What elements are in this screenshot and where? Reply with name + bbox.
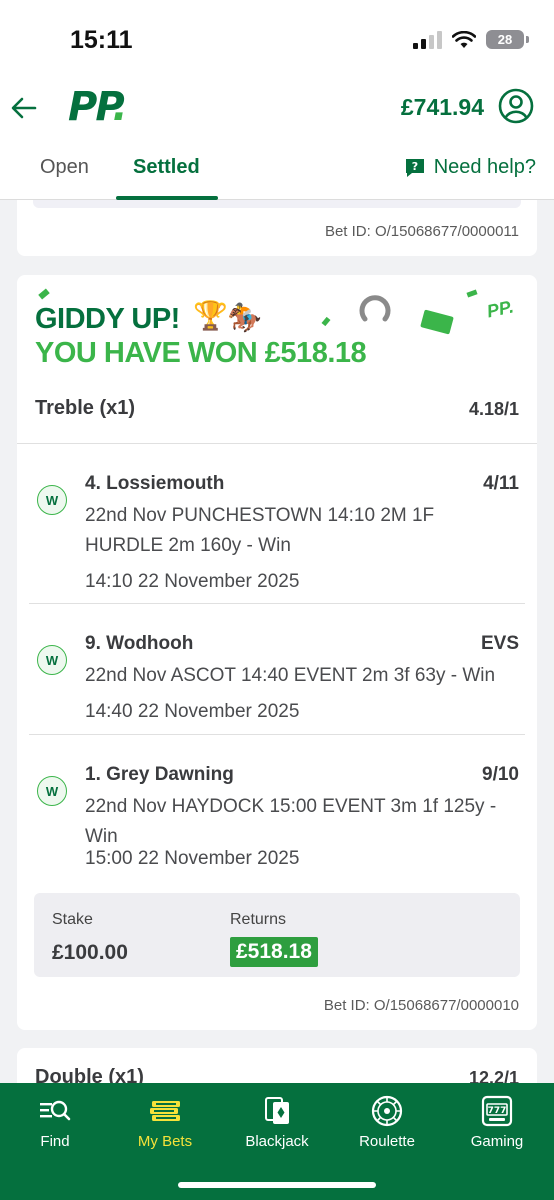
nav-find[interactable]: Find (0, 1095, 110, 1150)
selection-name: 9. Wodhooh (85, 633, 194, 654)
paddy-power-logo[interactable]: PP. (68, 84, 128, 130)
selection-time: 14:40 22 November 2025 (85, 701, 300, 722)
svg-text:?: ? (411, 160, 417, 173)
roulette-icon (371, 1095, 403, 1127)
nav-roulette[interactable]: Roulette (332, 1095, 442, 1150)
status-bar: 15:11 28 (0, 0, 554, 72)
nav-find-label: Find (40, 1133, 70, 1150)
nav-blackjack-label: Blackjack (245, 1133, 309, 1150)
nav-my-bets[interactable]: My Bets (110, 1095, 220, 1150)
nav-my-bets-label: My Bets (137, 1133, 193, 1150)
divider (17, 443, 537, 444)
selection-event: 22nd Nov ASCOT 14:40 EVENT 2m 3f 63y - W… (85, 665, 496, 686)
selection-row: W 9. Wodhooh EVS 22nd Nov ASCOT 14:40 EV… (17, 621, 537, 731)
home-indicator[interactable] (178, 1182, 376, 1188)
cards-icon (265, 1097, 289, 1124)
wifi-icon (452, 30, 476, 48)
cellular-signal-icon (413, 30, 442, 49)
battery-icon: 28 (486, 30, 529, 49)
selection-name: 4. Lossiemouth (85, 473, 225, 494)
divider (29, 734, 525, 735)
nav-gaming-label: Gaming (470, 1133, 524, 1150)
nav-gaming[interactable]: 777 Gaming (442, 1095, 552, 1150)
cash-icon (420, 309, 454, 335)
settled-bet-card[interactable]: GIDDY UP! 🏆 🏇 PP. YOU HAVE WON £518.18 T… (17, 275, 537, 1030)
horseshoe-icon (359, 295, 391, 322)
svg-text:777: 777 (488, 1106, 507, 1116)
horse-racing-icon: 🏇 (227, 302, 262, 333)
selection-row: W 4. Lossiemouth 4/11 22nd Nov PUNCHESTO… (17, 461, 537, 601)
stake-value: £100.00 (52, 941, 128, 964)
selection-name: 1. Grey Dawning (85, 764, 234, 785)
selection-event: 22nd Nov PUNCHESTOWN 14:10 2M 1F HURDLE … (85, 505, 435, 556)
my-bets-icon (150, 1101, 180, 1121)
bet-type: Treble (x1) (35, 397, 136, 419)
win-amount-headline: YOU HAVE WON £518.18 (35, 337, 367, 369)
stake-label: Stake (52, 911, 93, 928)
selection-time: 15:00 22 November 2025 (85, 848, 300, 869)
selection-odds: 9/10 (482, 764, 519, 785)
find-icon (40, 1100, 71, 1121)
need-help-link[interactable]: ? Need help? (404, 156, 536, 179)
selection-time: 14:10 22 November 2025 (85, 571, 300, 592)
help-chat-icon: ? (405, 158, 424, 177)
previous-bet-id: Bet ID: O/15068677/0000011 (324, 223, 519, 240)
nav-roulette-label: Roulette (359, 1133, 415, 1150)
previous-bet-card: Bet ID: O/15068677/0000011 (17, 200, 537, 256)
slot-machine-icon: 777 (481, 1095, 513, 1127)
win-result-badge: W (37, 776, 67, 806)
win-headline: GIDDY UP! (35, 303, 180, 335)
selection-event: 22nd Nov HAYDOCK 15:00 EVENT 3m 1f 125y … (85, 796, 497, 847)
selection-odds: 4/11 (483, 473, 519, 494)
returns-value: £518.18 (230, 937, 318, 967)
selection-odds: EVS (480, 633, 519, 654)
tab-open[interactable]: Open (40, 156, 89, 179)
divider (29, 603, 525, 604)
need-help-label: Need help? (433, 156, 536, 178)
account-icon[interactable] (498, 88, 534, 124)
nav-blackjack[interactable]: Blackjack (222, 1095, 332, 1150)
win-banner: GIDDY UP! 🏆 🏇 PP. YOU HAVE WON £518.18 (17, 275, 537, 385)
status-time: 15:11 (70, 26, 133, 54)
selection-row: W 1. Grey Dawning 9/10 22nd Nov HAYDOCK … (17, 752, 537, 892)
trophy-icon: 🏆 (193, 300, 228, 331)
status-icons: 28 (413, 30, 529, 49)
tab-settled[interactable]: Settled (133, 156, 200, 179)
returns-label: Returns (230, 911, 287, 928)
stake-returns-panel: Stake £100.00 Returns £518.18 (34, 893, 520, 977)
back-arrow-icon[interactable] (10, 94, 38, 122)
bet-id: Bet ID: O/15068677/0000010 (323, 997, 519, 1014)
win-result-badge: W (37, 645, 67, 675)
pp-logo-mini: PP. (485, 296, 516, 322)
app-header: PP. £741.94 (0, 72, 554, 144)
bet-tabs: Open Settled ? Need help? (0, 144, 554, 200)
win-result-badge: W (37, 485, 67, 515)
bet-odds: 4.18/1 (468, 399, 519, 419)
account-balance[interactable]: £741.94 (401, 94, 484, 121)
